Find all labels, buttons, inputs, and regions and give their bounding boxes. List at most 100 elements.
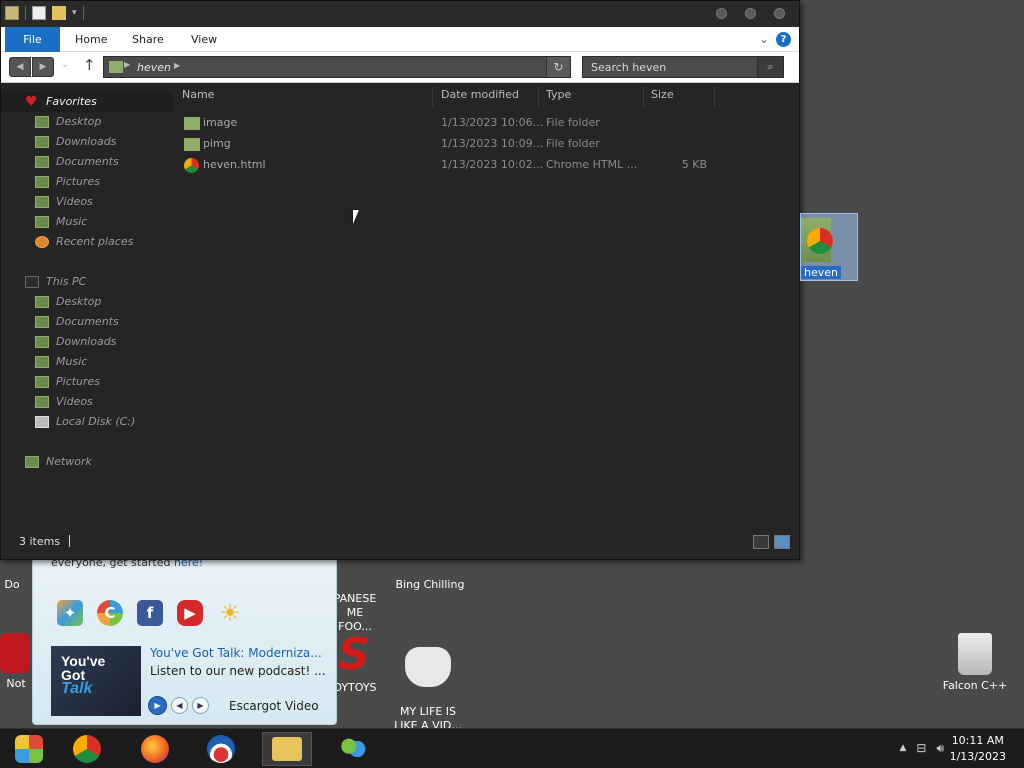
search-input[interactable] — [583, 57, 759, 77]
nav-fav-pictures[interactable]: Pictures — [1, 172, 173, 192]
nav-fav-recent-places[interactable]: Recent places — [1, 232, 173, 252]
forward-button[interactable]: ▶ — [32, 57, 54, 77]
nav-fav-downloads[interactable]: Downloads — [1, 132, 173, 152]
desktop-icon — [35, 296, 49, 308]
desktop-icon-bing-chilling[interactable]: Bing Chilling — [392, 578, 468, 592]
expand-ribbon-chevron-icon[interactable]: ⌄ — [759, 32, 769, 46]
nav-pc-documents[interactable]: Documents — [1, 312, 173, 332]
recent-locations-chevron-icon[interactable]: ⌄ — [61, 59, 69, 70]
previous-icon[interactable]: ◀ — [171, 697, 188, 714]
nav-network[interactable]: Network — [1, 452, 173, 472]
column-separator[interactable] — [538, 87, 539, 107]
up-arrow-icon[interactable]: ↑ — [83, 56, 96, 74]
desktop-icon-toys[interactable]: S DYTOYS — [330, 633, 380, 695]
next-icon[interactable]: ▶ — [192, 697, 209, 714]
breadcrumb-heven[interactable]: heven — [137, 61, 171, 74]
address-bar[interactable]: ▶ heven ▶ ↻ — [103, 56, 571, 78]
column-separator[interactable] — [714, 87, 715, 107]
nav-pc-videos[interactable]: Videos — [1, 392, 173, 412]
taskbar-start-orb[interactable] — [4, 732, 54, 766]
nav-favorites[interactable]: ♥ Favorites — [1, 92, 173, 112]
play-icon[interactable]: ▶ — [148, 696, 167, 715]
music-icon — [35, 216, 49, 228]
podcast-subtitle: Listen to our new podcast! ... — [150, 664, 326, 678]
desktop-icon-label: PANESE ME FOO... — [333, 592, 377, 633]
obama-logo-icon — [207, 735, 235, 763]
podcast-thumbnail[interactable]: You've Got Talk — [51, 646, 141, 716]
tab-home[interactable]: Home — [67, 27, 115, 52]
customize-toolbar-chevron-icon[interactable]: ▾ — [72, 8, 77, 18]
facebook-icon[interactable]: f — [137, 600, 163, 626]
desktop-icon-my-life[interactable]: MY LIFE IS LIKE A VID... — [390, 633, 466, 733]
downloads-icon — [35, 136, 49, 148]
youtube-icon[interactable]: ▶ — [177, 600, 203, 626]
nav-pc-pictures[interactable]: Pictures — [1, 372, 173, 392]
folder-icon — [184, 138, 200, 151]
toolbar-separator — [82, 6, 84, 20]
desktop-icon-falcon[interactable]: Falcon C++ — [937, 633, 1013, 693]
nav-fav-videos[interactable]: Videos — [1, 192, 173, 212]
column-header-type[interactable]: Type — [546, 88, 571, 106]
column-header-size[interactable]: Size — [651, 88, 674, 106]
file-row[interactable]: heven.html 1/13/2023 10:02... Chrome HTM… — [179, 155, 719, 176]
msn-butterfly-icon[interactable]: ✦ — [57, 600, 83, 626]
recent-places-icon — [35, 236, 49, 248]
start-orb-icon — [15, 735, 43, 763]
nav-pc-desktop[interactable]: Desktop — [1, 292, 173, 312]
ribbon-tabs: File Home Share View ⌄ ? — [1, 27, 799, 52]
large-icons-view-button[interactable] — [774, 535, 790, 549]
breadcrumb-chevron-icon[interactable]: ▶ — [174, 61, 180, 70]
computer-icon — [25, 276, 39, 288]
weather-sun-icon[interactable]: ☀ — [217, 599, 243, 627]
podcast-title-link[interactable]: You've Got Talk: Moderniza... — [150, 646, 322, 660]
column-header-date-modified[interactable]: Date modified — [441, 88, 519, 106]
mouse-cursor-icon — [353, 210, 365, 224]
column-separator[interactable] — [432, 87, 433, 107]
taskbar-chrome[interactable] — [62, 732, 112, 766]
taskbar-obama-app[interactable] — [196, 732, 246, 766]
file-explorer-icon — [272, 737, 302, 761]
recycle-bin-icon — [958, 633, 992, 675]
nav-fav-documents[interactable]: Documents — [1, 152, 173, 172]
explorer-icon[interactable] — [5, 6, 19, 20]
breadcrumb-chevron-icon[interactable]: ▶ — [124, 60, 130, 69]
column-separator[interactable] — [643, 87, 644, 107]
escargot-logo-icon[interactable]: C — [97, 600, 123, 626]
maximize-button[interactable] — [745, 8, 756, 19]
desktop-icon-japanese[interactable]: PANESE ME FOO... — [330, 578, 380, 634]
search-icon[interactable]: ⌕ — [757, 57, 783, 77]
title-bar[interactable]: ▾ — [1, 1, 799, 27]
nav-pc-local-disk[interactable]: Local Disk (C:) — [1, 412, 173, 432]
minimize-button[interactable] — [716, 8, 727, 19]
details-view-button[interactable] — [753, 535, 769, 549]
tab-view[interactable]: View — [183, 27, 225, 52]
properties-icon[interactable] — [32, 6, 46, 20]
nav-this-pc[interactable]: This PC — [1, 272, 173, 292]
column-header-name[interactable]: Name — [182, 88, 214, 106]
show-hidden-icons-icon[interactable]: ▲ — [899, 743, 906, 756]
back-button[interactable]: ◀ — [9, 57, 31, 77]
system-clock[interactable]: 10:11 AM 1/13/2023 — [950, 733, 1006, 765]
new-folder-icon[interactable] — [52, 6, 66, 20]
desktop-icon-label: Not — [6, 677, 26, 690]
nav-fav-desktop[interactable]: Desktop — [1, 112, 173, 132]
taskbar-file-explorer[interactable] — [262, 732, 312, 766]
network-status-icon[interactable]: ⊟ — [916, 741, 926, 756]
folder-icon — [109, 61, 123, 73]
desktop-icon-do[interactable]: Do — [0, 578, 32, 592]
dragged-file-heven[interactable]: heven — [800, 213, 858, 281]
close-button[interactable] — [774, 8, 785, 19]
refresh-icon[interactable]: ↻ — [546, 57, 570, 77]
nav-pc-downloads[interactable]: Downloads — [1, 332, 173, 352]
status-bar: 3 items — [1, 527, 799, 559]
nav-fav-music[interactable]: Music — [1, 212, 173, 232]
tab-file[interactable]: File — [5, 27, 60, 52]
file-row[interactable]: pimg 1/13/2023 10:09... File folder — [179, 134, 719, 155]
taskbar-firefox[interactable] — [130, 732, 180, 766]
file-row[interactable]: image 1/13/2023 10:06... File folder — [179, 113, 719, 134]
tab-share[interactable]: Share — [124, 27, 172, 52]
taskbar-messenger[interactable] — [328, 732, 378, 766]
volume-icon[interactable]: 🔊︎ — [936, 741, 944, 756]
nav-pc-music[interactable]: Music — [1, 352, 173, 372]
help-icon[interactable]: ? — [776, 32, 791, 47]
